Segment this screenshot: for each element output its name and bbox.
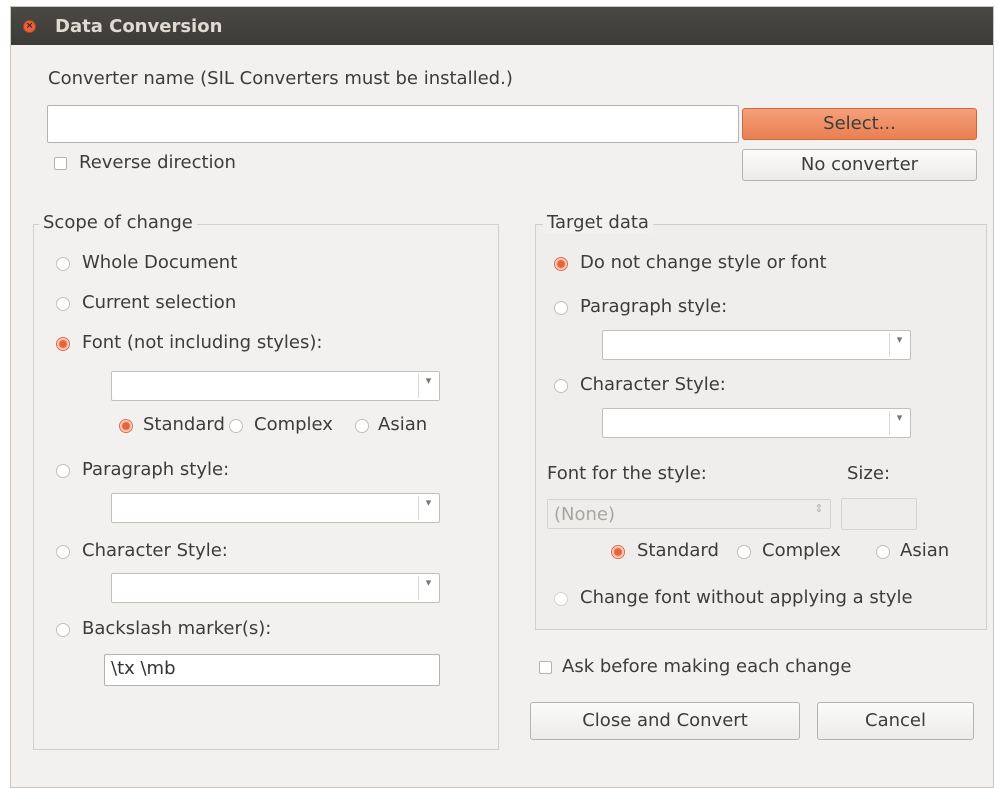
- target-asian-radio[interactable]: [876, 545, 890, 559]
- scope-standard-radio[interactable]: [119, 419, 133, 433]
- converter-name-input[interactable]: [47, 105, 739, 143]
- scope-standard-label: Standard: [143, 414, 225, 435]
- chevron-down-icon: ▾: [889, 333, 909, 357]
- target-font-combo[interactable]: (None) ⇕: [547, 499, 831, 529]
- size-label: Size:: [847, 463, 891, 484]
- ask-before-change-label: Ask before making each change: [562, 656, 852, 677]
- chevron-down-icon: ▾: [889, 411, 909, 435]
- font-for-style-label: Font for the style:: [547, 463, 707, 484]
- scope-paragraph-style-radio[interactable]: [56, 464, 70, 478]
- close-and-convert-button[interactable]: Close and Convert: [530, 702, 800, 740]
- ask-before-change-checkbox[interactable]: [539, 661, 552, 674]
- scope-character-style-radio[interactable]: [56, 545, 70, 559]
- scope-character-style-combo[interactable]: ▾: [111, 573, 440, 603]
- backslash-marker-input[interactable]: \tx \mb: [104, 654, 440, 686]
- change-font-without-style-radio[interactable]: [554, 592, 568, 606]
- converter-name-label: Converter name (SIL Converters must be i…: [48, 68, 513, 89]
- current-selection-radio[interactable]: [56, 297, 70, 311]
- target-character-style-label: Character Style:: [580, 374, 726, 395]
- chevron-down-icon: ▾: [418, 496, 438, 520]
- current-selection-label: Current selection: [82, 292, 237, 313]
- whole-document-label: Whole Document: [82, 252, 238, 273]
- scope-asian-radio[interactable]: [355, 419, 369, 433]
- no-converter-button[interactable]: No converter: [742, 149, 977, 181]
- target-paragraph-style-label: Paragraph style:: [580, 296, 728, 317]
- font-scope-radio[interactable]: [56, 337, 70, 351]
- target-character-style-radio[interactable]: [554, 379, 568, 393]
- reverse-direction-checkbox[interactable]: [54, 157, 67, 170]
- target-standard-label: Standard: [637, 540, 719, 561]
- target-paragraph-style-radio[interactable]: [554, 301, 568, 315]
- cancel-button[interactable]: Cancel: [817, 702, 974, 740]
- window-title: Data Conversion: [55, 16, 223, 37]
- chevron-down-icon: ▾: [418, 576, 438, 600]
- title-bar: × Data Conversion: [11, 7, 993, 45]
- target-complex-radio[interactable]: [737, 545, 751, 559]
- backslash-marker-label: Backslash marker(s):: [82, 618, 272, 639]
- target-character-style-combo[interactable]: ▾: [602, 408, 911, 438]
- chevron-updown-icon: ⇕: [814, 502, 824, 515]
- scope-character-style-label: Character Style:: [82, 540, 228, 561]
- scope-complex-radio[interactable]: [229, 419, 243, 433]
- scope-asian-label: Asian: [378, 414, 428, 435]
- scope-paragraph-style-combo[interactable]: ▾: [111, 493, 440, 523]
- no-change-label: Do not change style or font: [580, 252, 827, 273]
- target-complex-label: Complex: [762, 540, 841, 561]
- reverse-direction-label: Reverse direction: [79, 152, 236, 173]
- scope-paragraph-style-label: Paragraph style:: [82, 459, 230, 480]
- font-scope-label: Font (not including styles):: [82, 332, 323, 353]
- scope-of-change-title: Scope of change: [39, 212, 197, 233]
- no-change-radio[interactable]: [554, 257, 568, 271]
- scope-complex-label: Complex: [254, 414, 333, 435]
- target-data-title: Target data: [543, 212, 653, 233]
- scope-font-combo[interactable]: ▾: [111, 371, 440, 401]
- close-icon[interactable]: ×: [23, 20, 36, 33]
- target-paragraph-style-combo[interactable]: ▾: [602, 330, 911, 360]
- target-standard-radio[interactable]: [611, 545, 625, 559]
- target-asian-label: Asian: [900, 540, 950, 561]
- backslash-marker-radio[interactable]: [56, 623, 70, 637]
- change-font-without-style-label: Change font without applying a style: [580, 587, 913, 608]
- size-input[interactable]: [841, 498, 917, 530]
- chevron-down-icon: ▾: [418, 374, 438, 398]
- whole-document-radio[interactable]: [56, 257, 70, 271]
- select-converter-button[interactable]: Select...: [742, 108, 977, 140]
